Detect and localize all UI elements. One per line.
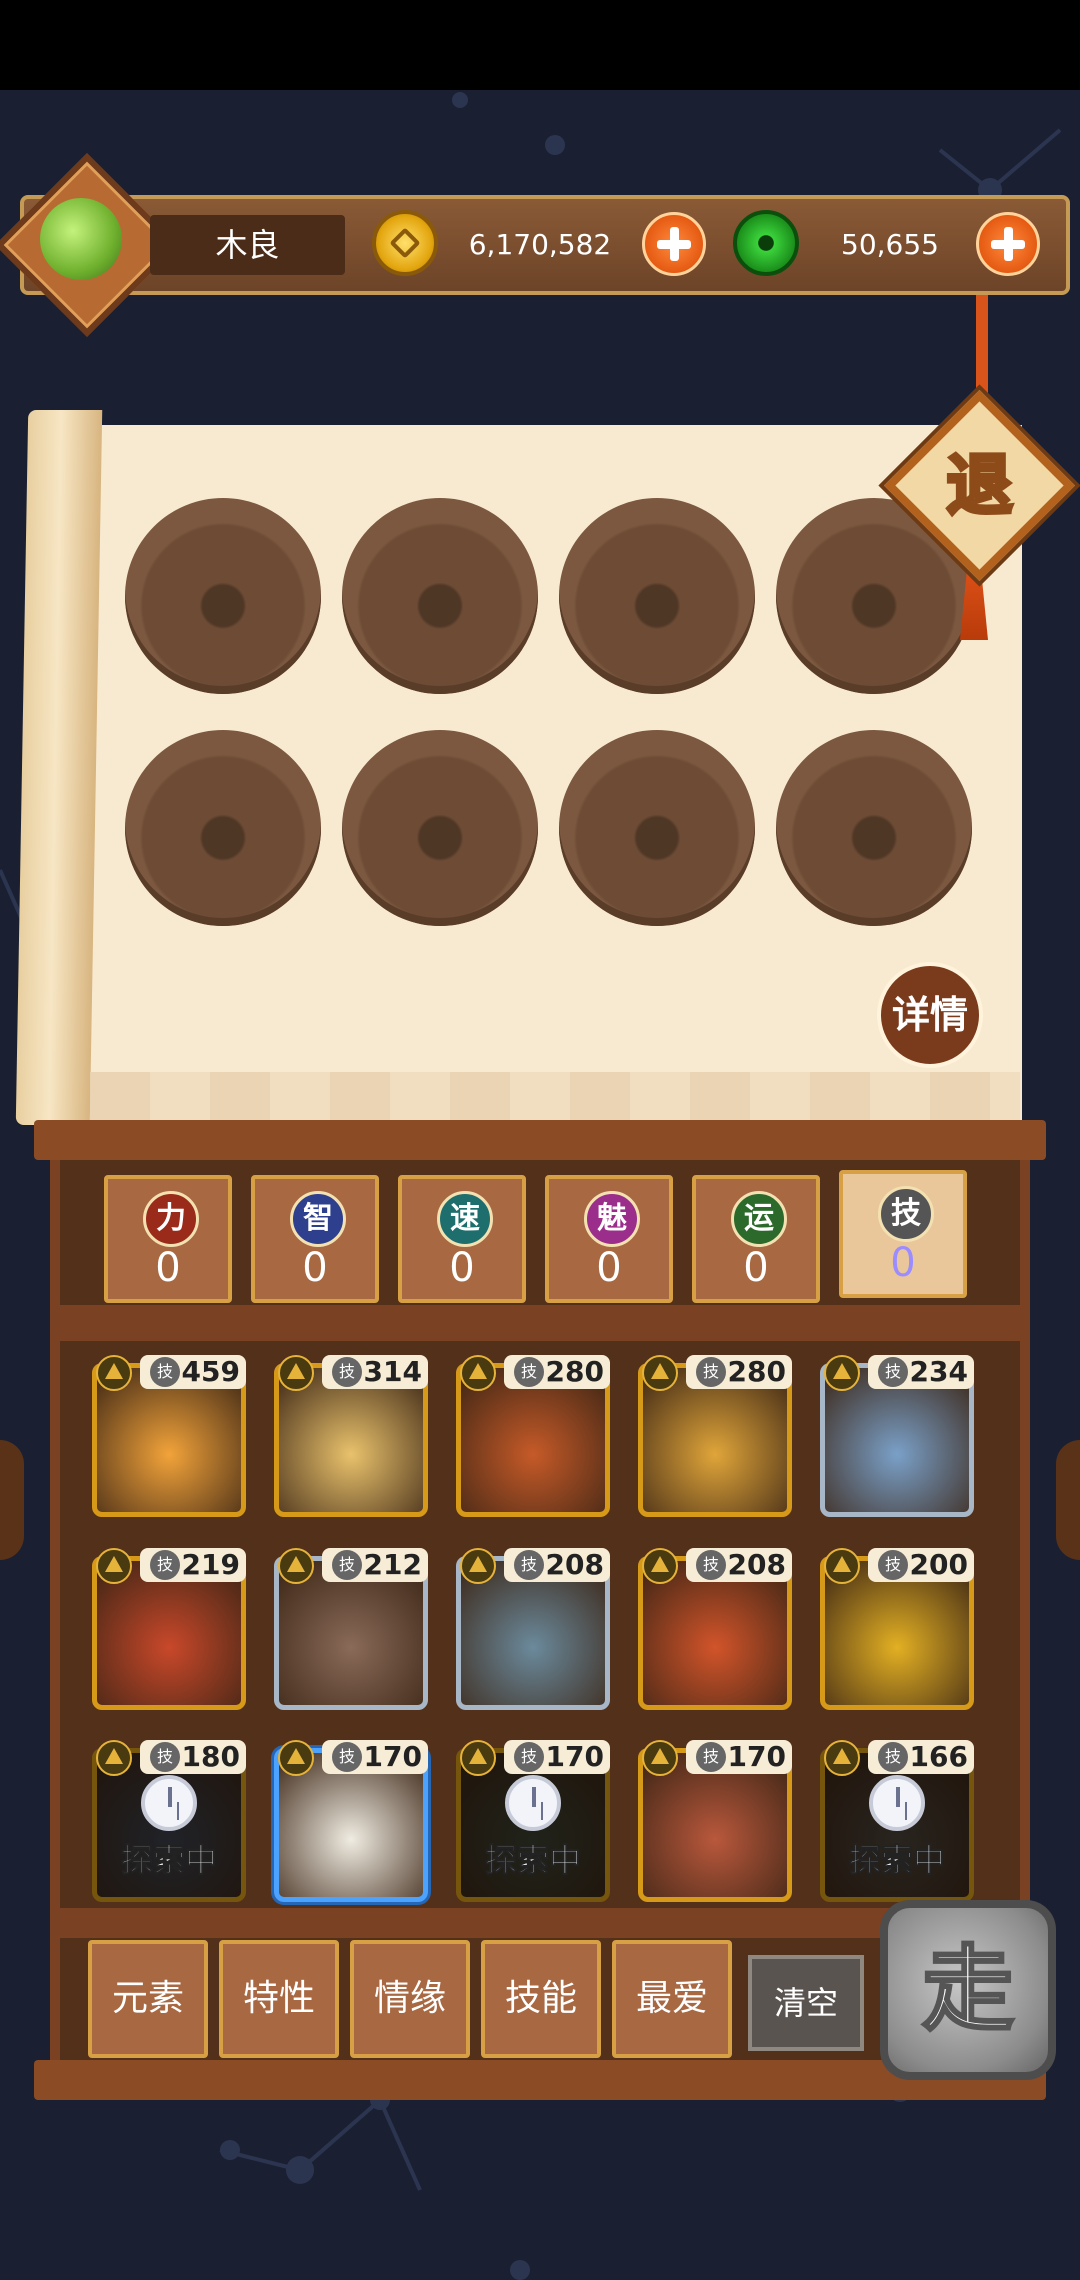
filter-skill-button[interactable]: 技能 <box>481 1940 601 2058</box>
gold-coin-icon <box>372 210 438 276</box>
stat-skill[interactable]: 技 0 <box>839 1170 967 1298</box>
grade-triangle-icon <box>278 1548 314 1584</box>
stat-luck: 运 0 <box>692 1175 820 1303</box>
stat-intellect: 智 0 <box>251 1175 379 1303</box>
filter-favorite-button[interactable]: 最爱 <box>612 1940 732 2058</box>
team-slot-5[interactable] <box>125 730 321 926</box>
skill-badge-icon: 技 <box>150 1357 180 1387</box>
jade-coin-icon <box>733 210 799 276</box>
detail-button[interactable]: 详情 <box>877 962 983 1068</box>
left-edge-tab[interactable] <box>0 1440 24 1560</box>
exploring-status: 探索中 <box>484 1841 581 1880</box>
skill-badge-icon: 技 <box>878 1550 908 1580</box>
grade-triangle-icon <box>824 1740 860 1776</box>
stat-value: 0 <box>890 1240 916 1286</box>
grade-triangle-icon <box>642 1740 678 1776</box>
right-edge-tab[interactable] <box>1056 1440 1080 1560</box>
player-name: 木良 <box>150 215 345 275</box>
gold-amount: 6,170,582 <box>468 228 612 261</box>
scroll-wave-border <box>90 1072 1020 1127</box>
stat-speed: 速 0 <box>398 1175 526 1303</box>
clock-icon <box>505 1775 561 1831</box>
grade-triangle-icon <box>642 1355 678 1391</box>
grade-triangle-icon <box>96 1548 132 1584</box>
cabinet-shelf <box>50 1305 1030 1341</box>
team-slot-8[interactable] <box>776 730 972 926</box>
exploring-status: 探索中 <box>120 1841 217 1880</box>
grade-triangle-icon <box>824 1548 860 1584</box>
skill-badge-icon: 技 <box>150 1742 180 1772</box>
grade-triangle-icon <box>96 1355 132 1391</box>
grade-triangle-icon <box>278 1355 314 1391</box>
grade-triangle-icon <box>278 1740 314 1776</box>
avatar[interactable] <box>40 198 122 280</box>
skill-badge-icon: 技 <box>878 1357 908 1387</box>
clock-icon <box>869 1775 925 1831</box>
clock-icon <box>141 1775 197 1831</box>
filter-trait-button[interactable]: 特性 <box>219 1940 339 2058</box>
skill-icon: 技 <box>878 1186 934 1242</box>
luck-icon: 运 <box>731 1191 787 1247</box>
skill-badge-icon: 技 <box>514 1550 544 1580</box>
team-slot-6[interactable] <box>342 730 538 926</box>
retreat-label[interactable]: 退 <box>912 418 1047 553</box>
skill-badge-icon: 技 <box>332 1742 362 1772</box>
stat-strength: 力 0 <box>104 1175 232 1303</box>
charm-icon: 魅 <box>584 1191 640 1247</box>
team-slot-1[interactable] <box>125 498 321 694</box>
filter-bond-button[interactable]: 情缘 <box>350 1940 470 2058</box>
skill-badge-icon: 技 <box>332 1550 362 1580</box>
add-jade-button[interactable] <box>976 212 1040 276</box>
scroll-roll <box>15 410 103 1125</box>
clear-button[interactable]: 清空 <box>748 1955 864 2051</box>
add-gold-button[interactable] <box>642 212 706 276</box>
team-slot-2[interactable] <box>342 498 538 694</box>
grade-triangle-icon <box>460 1548 496 1584</box>
skill-badge-icon: 技 <box>332 1357 362 1387</box>
status-bar-area <box>0 0 1080 90</box>
skill-badge-icon: 技 <box>696 1742 726 1772</box>
skill-badge-icon: 技 <box>878 1742 908 1772</box>
stat-value: 0 <box>302 1245 328 1291</box>
stat-value: 0 <box>743 1245 769 1291</box>
stat-value: 0 <box>596 1245 622 1291</box>
strength-icon: 力 <box>143 1191 199 1247</box>
skill-badge-icon: 技 <box>696 1357 726 1387</box>
filter-element-button[interactable]: 元素 <box>88 1940 208 2058</box>
skill-badge-icon: 技 <box>150 1550 180 1580</box>
intellect-icon: 智 <box>290 1191 346 1247</box>
go-button[interactable]: 走 <box>880 1900 1056 2080</box>
stat-charm: 魅 0 <box>545 1175 673 1303</box>
stat-value: 0 <box>155 1245 181 1291</box>
grade-triangle-icon <box>642 1548 678 1584</box>
stat-value: 0 <box>449 1245 475 1291</box>
exploring-status: 探索中 <box>848 1841 945 1880</box>
speed-icon: 速 <box>437 1191 493 1247</box>
team-slot-7[interactable] <box>559 730 755 926</box>
grade-triangle-icon <box>824 1355 860 1391</box>
skill-badge-icon: 技 <box>696 1550 726 1580</box>
skill-badge-icon: 技 <box>514 1357 544 1387</box>
cabinet-top-beam <box>34 1120 1046 1160</box>
team-slot-3[interactable] <box>559 498 755 694</box>
skill-badge-icon: 技 <box>514 1742 544 1772</box>
grade-triangle-icon <box>460 1740 496 1776</box>
jade-amount: 50,655 <box>841 228 939 261</box>
grade-triangle-icon <box>460 1355 496 1391</box>
grade-triangle-icon <box>96 1740 132 1776</box>
